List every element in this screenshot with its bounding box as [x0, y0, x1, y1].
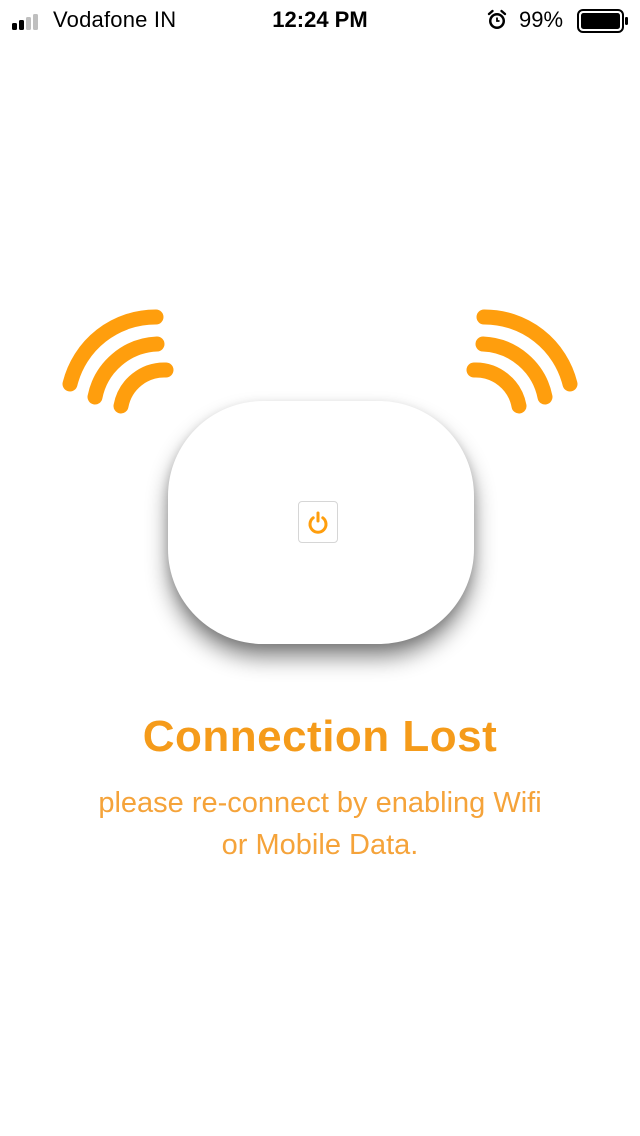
alarm-icon: [487, 9, 507, 29]
power-icon: [308, 511, 328, 534]
battery-icon: [577, 9, 628, 33]
reconnect-message-line-2: or Mobile Data.: [221, 829, 419, 861]
connection-lost-screen: Vodafone IN 12:24 PM 99% Connection Lost…: [0, 0, 640, 1136]
router-device-illustration: [168, 401, 474, 644]
connection-lost-title: Connection Lost: [142, 712, 498, 761]
reconnect-message-line-1: please re-connect by enabling Wifi: [98, 787, 542, 819]
signal-waves-right-icon: [466, 309, 578, 414]
reconnect-message: please re-connect by enabling Wifi or Mo…: [0, 782, 640, 866]
power-button: [298, 501, 338, 543]
signal-waves-left-icon: [62, 309, 174, 414]
battery-percentage: 99%: [519, 7, 564, 32]
status-bar: Vodafone IN 12:24 PM 99%: [0, 0, 640, 40]
